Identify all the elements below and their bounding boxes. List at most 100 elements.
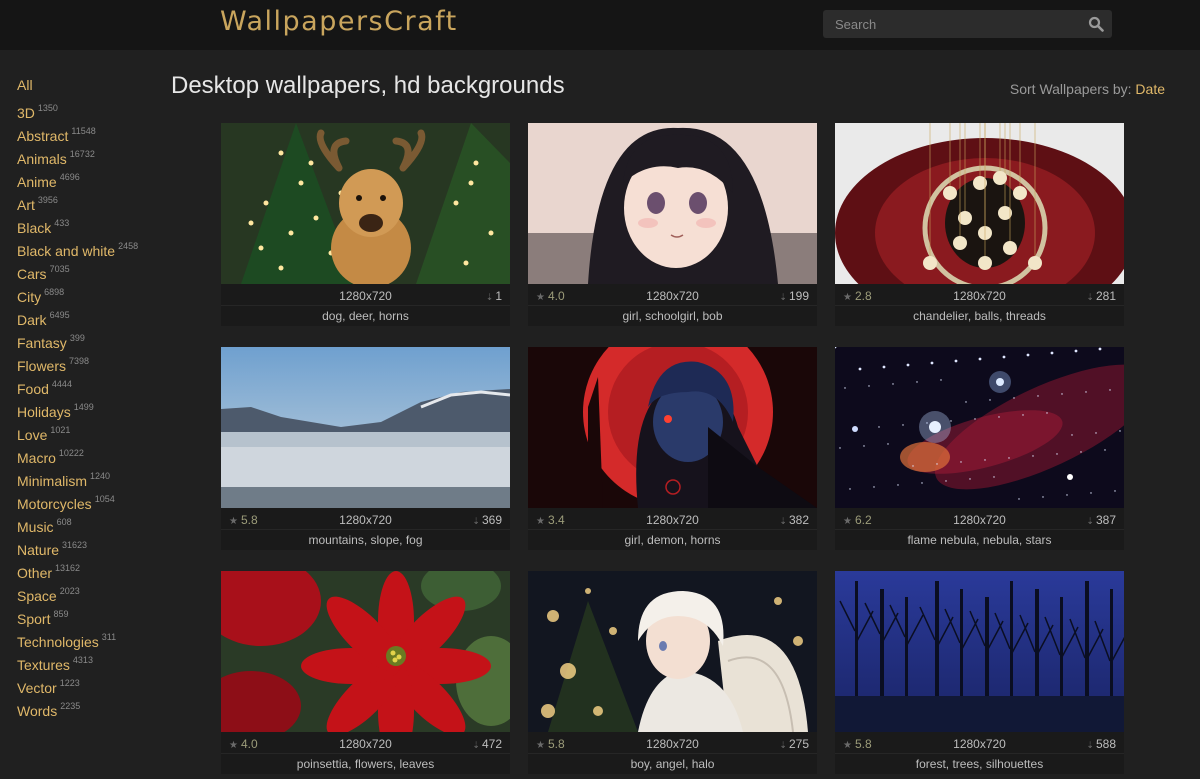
wallpaper-tags[interactable]: flame nebula, nebula, stars xyxy=(835,530,1124,550)
category-item[interactable]: 3D 1350 xyxy=(17,97,167,121)
wallpaper-resolution: 1280x720 xyxy=(953,737,1006,751)
category-count: 399 xyxy=(69,333,85,343)
search-box xyxy=(823,10,1112,38)
category-label: Music xyxy=(17,519,54,535)
wallpaper-card[interactable]: ★ 5.8 1280x720 ⇣ 275 boy, angel, halo xyxy=(528,571,817,774)
category-item[interactable]: Cars 7035 xyxy=(17,258,167,282)
category-count: 1054 xyxy=(94,494,115,504)
category-count: 13162 xyxy=(55,563,81,573)
wallpaper-thumbnail[interactable] xyxy=(528,571,817,732)
category-item[interactable]: Motorcycles 1054 xyxy=(17,488,167,512)
category-label: All xyxy=(17,77,33,93)
wallpaper-thumbnail[interactable] xyxy=(835,347,1124,508)
wallpaper-downloads: ⇣ 199 xyxy=(779,289,809,303)
wallpaper-thumbnail[interactable] xyxy=(835,571,1124,732)
category-label: Art xyxy=(17,197,35,213)
download-count: 281 xyxy=(1095,289,1116,303)
download-icon: ⇣ xyxy=(779,740,787,750)
wallpaper-resolution: 1280x720 xyxy=(339,289,392,303)
category-item[interactable]: Sport 859 xyxy=(17,603,167,627)
category-item[interactable]: Minimalism 1240 xyxy=(17,465,167,489)
wallpaper-downloads: ⇣ 588 xyxy=(1086,737,1116,751)
category-label: Nature xyxy=(17,542,60,558)
category-count: 11548 xyxy=(71,126,96,136)
category-item[interactable]: Technologies 311 xyxy=(17,626,167,650)
wallpaper-meta: 1280x720 ⇣ 1 xyxy=(221,284,510,306)
category-item[interactable]: Macro 10222 xyxy=(17,442,167,466)
category-item[interactable]: Dark 6495 xyxy=(17,304,167,328)
category-count: 2458 xyxy=(118,241,139,251)
category-item[interactable]: Fantasy 399 xyxy=(17,327,167,351)
category-label: Fantasy xyxy=(17,335,67,351)
wallpaper-tags[interactable]: girl, schoolgirl, bob xyxy=(528,306,817,326)
category-item[interactable]: Black 433 xyxy=(17,212,167,236)
category-all[interactable]: All xyxy=(17,74,167,97)
category-item[interactable]: Love 1021 xyxy=(17,419,167,443)
sort-value-link[interactable]: Date xyxy=(1135,81,1165,97)
category-item[interactable]: Music 608 xyxy=(17,511,167,535)
wallpaper-thumbnail[interactable] xyxy=(221,571,510,732)
category-item[interactable]: Abstract 11548 xyxy=(17,120,167,144)
wallpaper-card[interactable]: ★ 4.0 1280x720 ⇣ 199 girl, schoolgirl, bob xyxy=(528,123,817,326)
category-count: 4313 xyxy=(72,655,93,665)
wallpaper-thumbnail[interactable] xyxy=(835,123,1124,284)
wallpaper-card[interactable]: ★ 4.0 1280x720 ⇣ 472 poinsettia, flowers, lea… xyxy=(221,571,510,774)
search-input[interactable] xyxy=(823,10,1073,38)
download-icon: ⇣ xyxy=(1086,516,1094,526)
download-icon: ⇣ xyxy=(472,740,480,750)
category-label: Textures xyxy=(17,657,70,673)
wallpaper-card[interactable]: ★ 3.4 1280x720 ⇣ 382 girl, demon, horns xyxy=(528,347,817,550)
wallpaper-resolution: 1280x720 xyxy=(646,289,699,303)
wallpaper-tags[interactable]: poinsettia, flowers, leaves xyxy=(221,754,510,774)
category-item[interactable]: Nature 31623 xyxy=(17,534,167,558)
category-item[interactable]: Flowers 7398 xyxy=(17,350,167,374)
wallpaper-meta: ★ 2.8 1280x720 ⇣ 281 xyxy=(835,284,1124,306)
category-label: Words xyxy=(17,703,58,719)
wallpaper-resolution: 1280x720 xyxy=(646,737,699,751)
wallpaper-card[interactable]: ★ 5.8 1280x720 ⇣ 369 mountains, slope, fog xyxy=(221,347,510,550)
wallpaper-tags[interactable]: boy, angel, halo xyxy=(528,754,817,774)
category-item[interactable]: Textures 4313 xyxy=(17,649,167,673)
category-item[interactable]: Words 2235 xyxy=(17,695,167,719)
wallpaper-thumbnail[interactable] xyxy=(221,347,510,508)
category-label: Cars xyxy=(17,266,47,282)
wallpaper-thumbnail[interactable] xyxy=(528,347,817,508)
category-label: Black xyxy=(17,220,52,236)
category-item[interactable]: Black and white 2458 xyxy=(17,235,167,259)
category-item[interactable]: Anime 4696 xyxy=(17,166,167,190)
download-count: 199 xyxy=(788,289,809,303)
wallpaper-tags[interactable]: forest, trees, silhouettes xyxy=(835,754,1124,774)
wallpaper-tags[interactable]: girl, demon, horns xyxy=(528,530,817,550)
category-item[interactable]: Space 2023 xyxy=(17,580,167,604)
category-sidebar: All 3D 1350 Abstract 11548 Animals 16732 Anime… xyxy=(17,74,167,719)
wallpaper-tags[interactable]: chandelier, balls, threads xyxy=(835,306,1124,326)
category-item[interactable]: Animals 16732 xyxy=(17,143,167,167)
top-bar: WallpapersCraft xyxy=(0,0,1200,50)
category-label: Abstract xyxy=(17,128,69,144)
wallpaper-card[interactable]: ★ 5.8 1280x720 ⇣ 588 forest, trees, silhouett… xyxy=(835,571,1124,774)
category-item[interactable]: Other 13162 xyxy=(17,557,167,581)
category-item[interactable]: Art 3956 xyxy=(17,189,167,213)
category-item[interactable]: Holidays 1499 xyxy=(17,396,167,420)
wallpaper-thumbnail[interactable] xyxy=(221,123,510,284)
category-label: Flowers xyxy=(17,358,67,374)
wallpaper-resolution: 1280x720 xyxy=(339,737,392,751)
download-icon: ⇣ xyxy=(472,516,480,526)
wallpaper-tags[interactable]: dog, deer, horns xyxy=(221,306,510,326)
wallpaper-thumbnail[interactable] xyxy=(528,123,817,284)
site-logo[interactable]: WallpapersCraft xyxy=(220,6,458,37)
wallpaper-downloads: ⇣ 1 xyxy=(486,289,502,303)
wallpaper-tags[interactable]: mountains, slope, fog xyxy=(221,530,510,550)
category-label: Dark xyxy=(17,312,47,328)
wallpaper-card[interactable]: ★ 6.2 1280x720 ⇣ 387 flame nebula, nebula, st… xyxy=(835,347,1124,550)
category-item[interactable]: City 6898 xyxy=(17,281,167,305)
category-label: City xyxy=(17,289,42,305)
category-label: Space xyxy=(17,588,57,604)
download-icon: ⇣ xyxy=(1086,292,1094,302)
wallpaper-card[interactable]: 1280x720 ⇣ 1 dog, deer, horns xyxy=(221,123,510,326)
category-count: 7035 xyxy=(49,264,70,274)
category-item[interactable]: Food 4444 xyxy=(17,373,167,397)
wallpaper-card[interactable]: ★ 2.8 1280x720 ⇣ 281 chandelier, balls, threa… xyxy=(835,123,1124,326)
search-icon[interactable] xyxy=(1088,16,1104,32)
category-item[interactable]: Vector 1223 xyxy=(17,672,167,696)
